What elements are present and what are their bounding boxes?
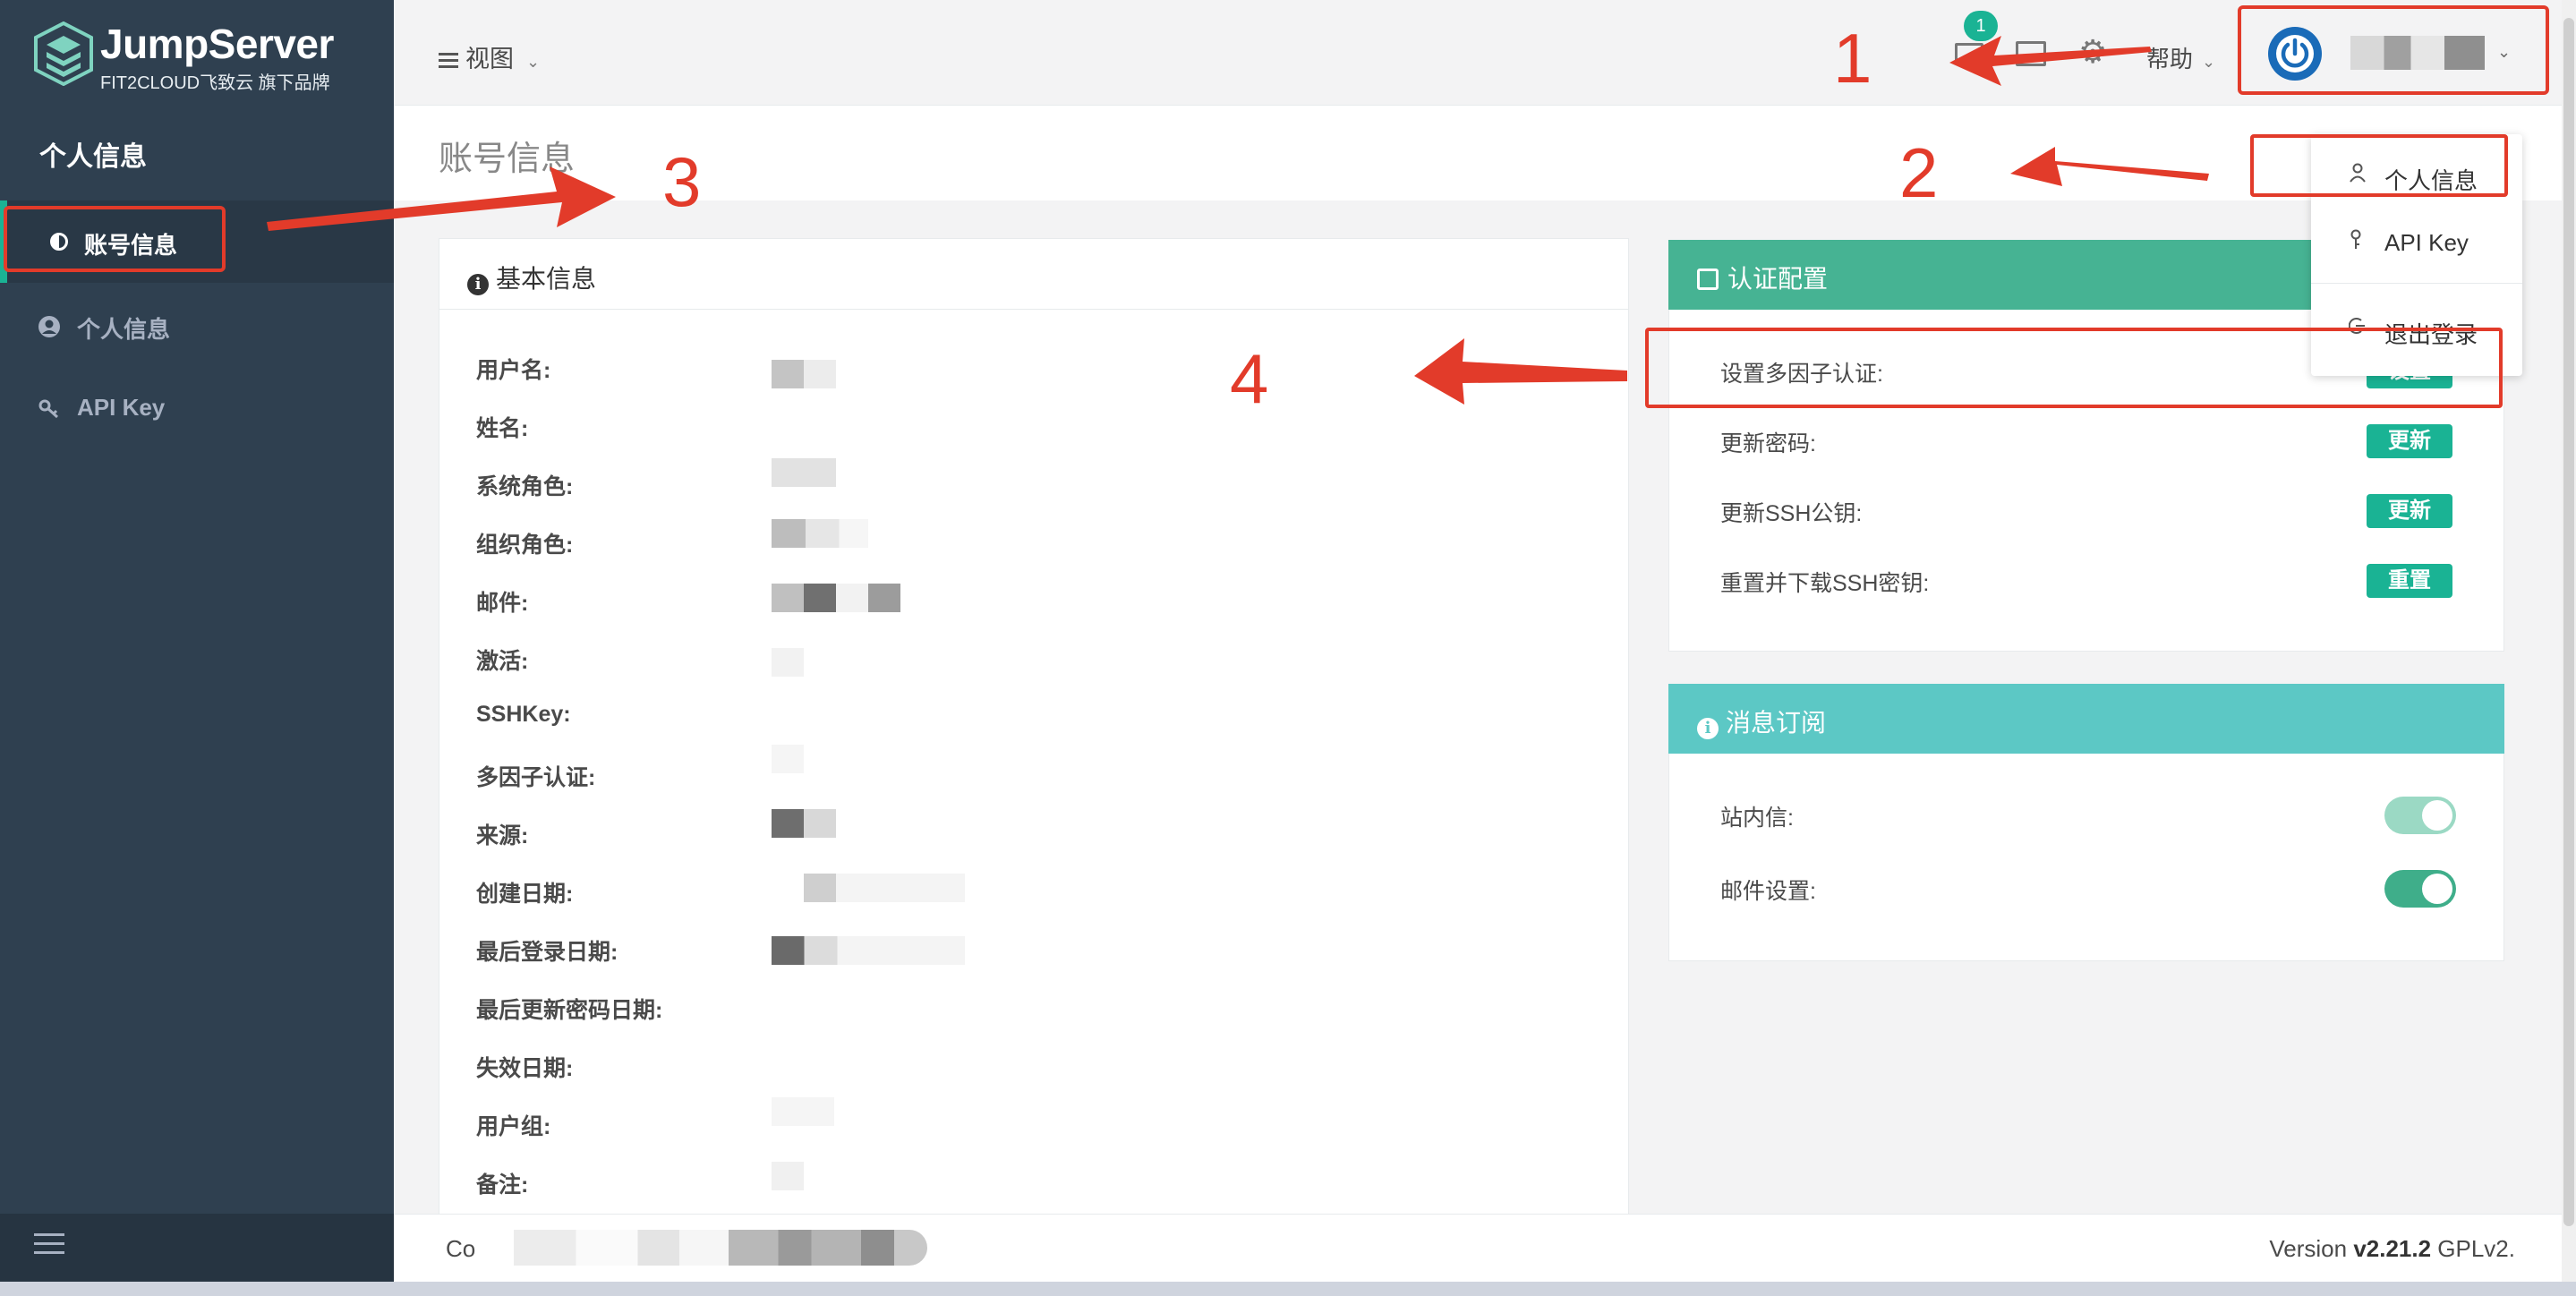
reset-ssh-key-label: 重置并下载SSH密钥:: [1720, 571, 1930, 596]
field-source-label: 来源:: [476, 823, 529, 848]
edit-icon: [1697, 269, 1719, 290]
redacted-value: [772, 809, 836, 838]
key-icon: [38, 397, 61, 424]
update-ssh-key-label: 更新SSH公钥:: [1720, 501, 1863, 526]
reset-ssh-key-button[interactable]: 重置: [2367, 564, 2452, 598]
help-menu[interactable]: 帮助 ⌄: [2146, 41, 2215, 74]
basic-info-panel: [439, 238, 1629, 1223]
dropdown-item-label: API Key: [2384, 229, 2469, 256]
basic-info-title: i 基本信息: [467, 260, 596, 295]
field-email-label: 邮件:: [476, 591, 529, 616]
footer-copyright: Co: [446, 1235, 476, 1262]
field-name-label: 姓名:: [476, 416, 529, 441]
annotation-number-4: 4: [1230, 339, 1269, 418]
logo-title: JumpServer: [100, 21, 334, 67]
view-menu-label: 视图: [465, 46, 514, 72]
subscription-title-text: 消息订阅: [1726, 709, 1827, 737]
footer-redacted: [514, 1230, 927, 1266]
field-active-label: 激活:: [476, 649, 529, 674]
update-ssh-key-button[interactable]: 更新: [2367, 494, 2452, 528]
update-password-label: 更新密码:: [1720, 431, 1816, 456]
info-icon: i: [1697, 718, 1719, 739]
sidebar-item-api-key[interactable]: API Key: [0, 372, 394, 444]
version-text: Version v2.21.2 GPLv2.: [2269, 1235, 2515, 1263]
page-header: [394, 106, 2562, 200]
chevron-down-icon: ⌄: [526, 53, 541, 71]
web-terminal-icon[interactable]: [2016, 41, 2046, 66]
chevron-down-icon: ⌄: [2202, 53, 2216, 71]
user-circle-icon: [38, 315, 61, 342]
site-message-toggle[interactable]: [2384, 797, 2456, 834]
field-sshkey-label: SSHKey:: [476, 702, 571, 727]
auth-config-title: 认证配置: [1697, 260, 1828, 295]
dropdown-item-api-key[interactable]: API Key: [2311, 215, 2522, 269]
redacted-value: [772, 936, 965, 965]
dropdown-divider: [2311, 283, 2522, 284]
field-last-login-label: 最后登录日期:: [476, 940, 618, 965]
version-number: v2.21.2: [2353, 1235, 2432, 1262]
jumpserver-logo-icon: [34, 21, 93, 86]
version-prefix: Version: [2269, 1235, 2354, 1262]
user-menu-highlight: [2238, 5, 2549, 95]
hamburger-icon: [439, 49, 458, 72]
sidebar-item-label: 个人信息: [77, 316, 171, 343]
redacted-value: [772, 745, 804, 773]
email-setting-label: 邮件设置:: [1720, 879, 1816, 904]
site-message-label: 站内信:: [1720, 806, 1794, 831]
email-setting-toggle[interactable]: [2384, 870, 2456, 908]
logo-subtitle: FIT2CLOUD飞致云 旗下品牌: [100, 73, 330, 93]
help-menu-label: 帮助: [2146, 46, 2194, 72]
redacted-value: [772, 584, 900, 612]
redacted-value: [772, 458, 836, 487]
redacted-value: [772, 519, 868, 548]
field-system-role-label: 系统角色:: [476, 474, 574, 499]
sidebar-item-label: API Key: [77, 394, 166, 421]
top-navbar: [394, 0, 2562, 106]
basic-info-title-text: 基本信息: [496, 265, 597, 293]
info-icon: i: [467, 274, 489, 295]
annotation-number-1: 1: [1833, 19, 1872, 98]
version-suffix: GPLv2.: [2431, 1235, 2515, 1262]
gear-icon[interactable]: ⚙: [2078, 36, 2107, 68]
field-user-group-label: 用户组:: [476, 1114, 551, 1139]
page-title: 账号信息: [439, 141, 576, 178]
field-created-label: 创建日期:: [476, 882, 574, 907]
message-icon[interactable]: [1955, 43, 1983, 64]
annotation-box-account-info: [4, 206, 226, 272]
subscription-title: i 消息订阅: [1697, 703, 1826, 739]
collapse-sidebar-icon[interactable]: [34, 1233, 64, 1258]
window-bottom-edge: [0, 1282, 2576, 1296]
field-org-role-label: 组织角色:: [476, 533, 574, 558]
redacted-value: [772, 648, 804, 677]
field-comment-label: 备注:: [476, 1172, 529, 1198]
annotation-number-3: 3: [662, 142, 702, 221]
annotation-number-2: 2: [1899, 133, 1939, 212]
view-menu[interactable]: 视图 ⌄: [439, 39, 540, 74]
auth-config-title-text: 认证配置: [1727, 265, 1829, 293]
field-username-label: 用户名:: [476, 358, 551, 383]
sidebar-item-profile[interactable]: 个人信息: [0, 290, 394, 362]
annotation-box-profile: [2250, 134, 2508, 197]
logo[interactable]: JumpServer FIT2CLOUD飞致云 旗下品牌: [34, 20, 374, 93]
field-expire-label: 失效日期:: [476, 1056, 574, 1081]
field-password-updated-label: 最后更新密码日期:: [476, 998, 663, 1023]
sidebar: [0, 0, 394, 1282]
scrollbar-thumb[interactable]: [2563, 18, 2574, 1226]
update-password-button[interactable]: 更新: [2367, 424, 2452, 458]
redacted-value: [772, 1097, 834, 1126]
field-mfa-label: 多因子认证:: [476, 765, 596, 790]
basic-info-header: [439, 238, 1629, 310]
sidebar-heading: 个人信息: [39, 142, 147, 172]
redacted-value: [772, 1162, 804, 1190]
key-icon: [2349, 229, 2363, 256]
redacted-value: [772, 360, 836, 388]
redacted-value: [804, 874, 965, 902]
message-count-badge: 1: [1964, 11, 1998, 41]
annotation-box-mfa: [1645, 328, 2503, 408]
